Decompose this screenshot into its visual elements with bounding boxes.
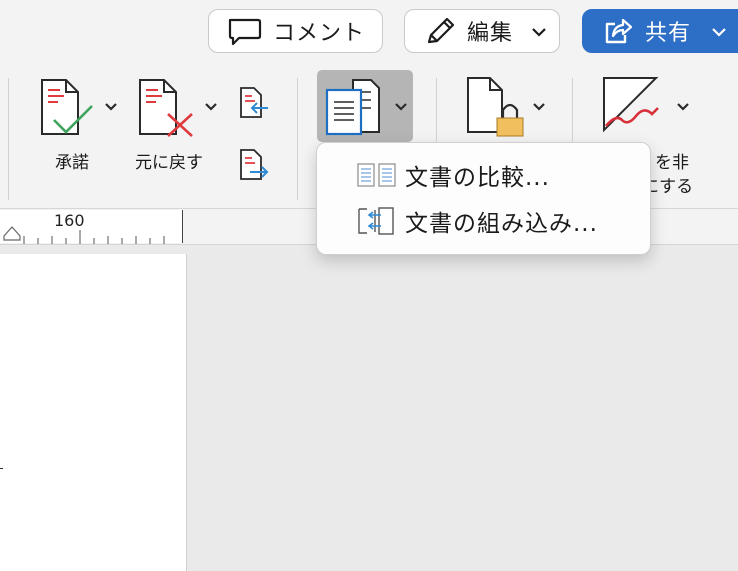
protect-button[interactable]	[460, 74, 552, 144]
document-page[interactable]	[0, 254, 187, 571]
ruler-ticks	[23, 230, 165, 244]
text-cursor	[0, 468, 3, 469]
edit-mode-button[interactable]: 編集	[404, 9, 560, 53]
protect-document-icon	[467, 77, 524, 137]
menu-item-compare-documents[interactable]: 文書の比較...	[317, 153, 650, 197]
ribbon-separator	[8, 78, 9, 200]
menu-item-label: 文書の組み込み...	[405, 211, 598, 237]
edit-label: 編集	[467, 21, 514, 46]
share-icon	[605, 18, 633, 44]
ruler-scale: 160	[0, 210, 183, 244]
reject-change-icon	[139, 79, 193, 137]
menu-item-combine-documents[interactable]: 文書の組み込み...	[317, 199, 650, 243]
chevron-down-icon	[105, 103, 117, 111]
chevron-down-icon	[532, 28, 546, 37]
chevron-down-icon	[533, 103, 545, 111]
next-change-icon[interactable]	[238, 148, 270, 182]
compare-documents-icon	[325, 79, 380, 136]
combine-documents-icon	[358, 207, 394, 235]
ink-icon	[603, 77, 659, 133]
compare-button[interactable]	[317, 70, 413, 142]
share-label: 共有	[645, 21, 692, 46]
share-button[interactable]: 共有	[582, 9, 738, 53]
compare-menu: 文書の比較... 文書の組み込み...	[316, 142, 651, 255]
comment-icon	[228, 18, 262, 46]
chevron-down-icon	[677, 103, 689, 111]
chevron-down-icon	[205, 103, 217, 111]
previous-change-icon[interactable]	[238, 86, 270, 120]
hide-ink-label-line1: を非	[655, 153, 689, 173]
accept-button[interactable]: 承諾	[36, 76, 120, 176]
ribbon-separator	[297, 78, 298, 200]
accept-change-icon	[41, 79, 93, 135]
pencil-icon	[427, 17, 455, 44]
reject-label: 元に戻す	[135, 153, 203, 173]
accept-label: 承諾	[55, 153, 89, 173]
chevron-down-icon	[395, 103, 407, 111]
chevron-down-icon	[712, 28, 726, 37]
indent-marker-icon[interactable]	[2, 224, 24, 242]
reject-button[interactable]: 元に戻す	[134, 76, 224, 176]
compare-documents-icon	[357, 163, 396, 187]
menu-item-label: 文書の比較...	[405, 165, 550, 191]
comment-button[interactable]: コメント	[208, 9, 383, 53]
comment-label: コメント	[273, 21, 366, 46]
